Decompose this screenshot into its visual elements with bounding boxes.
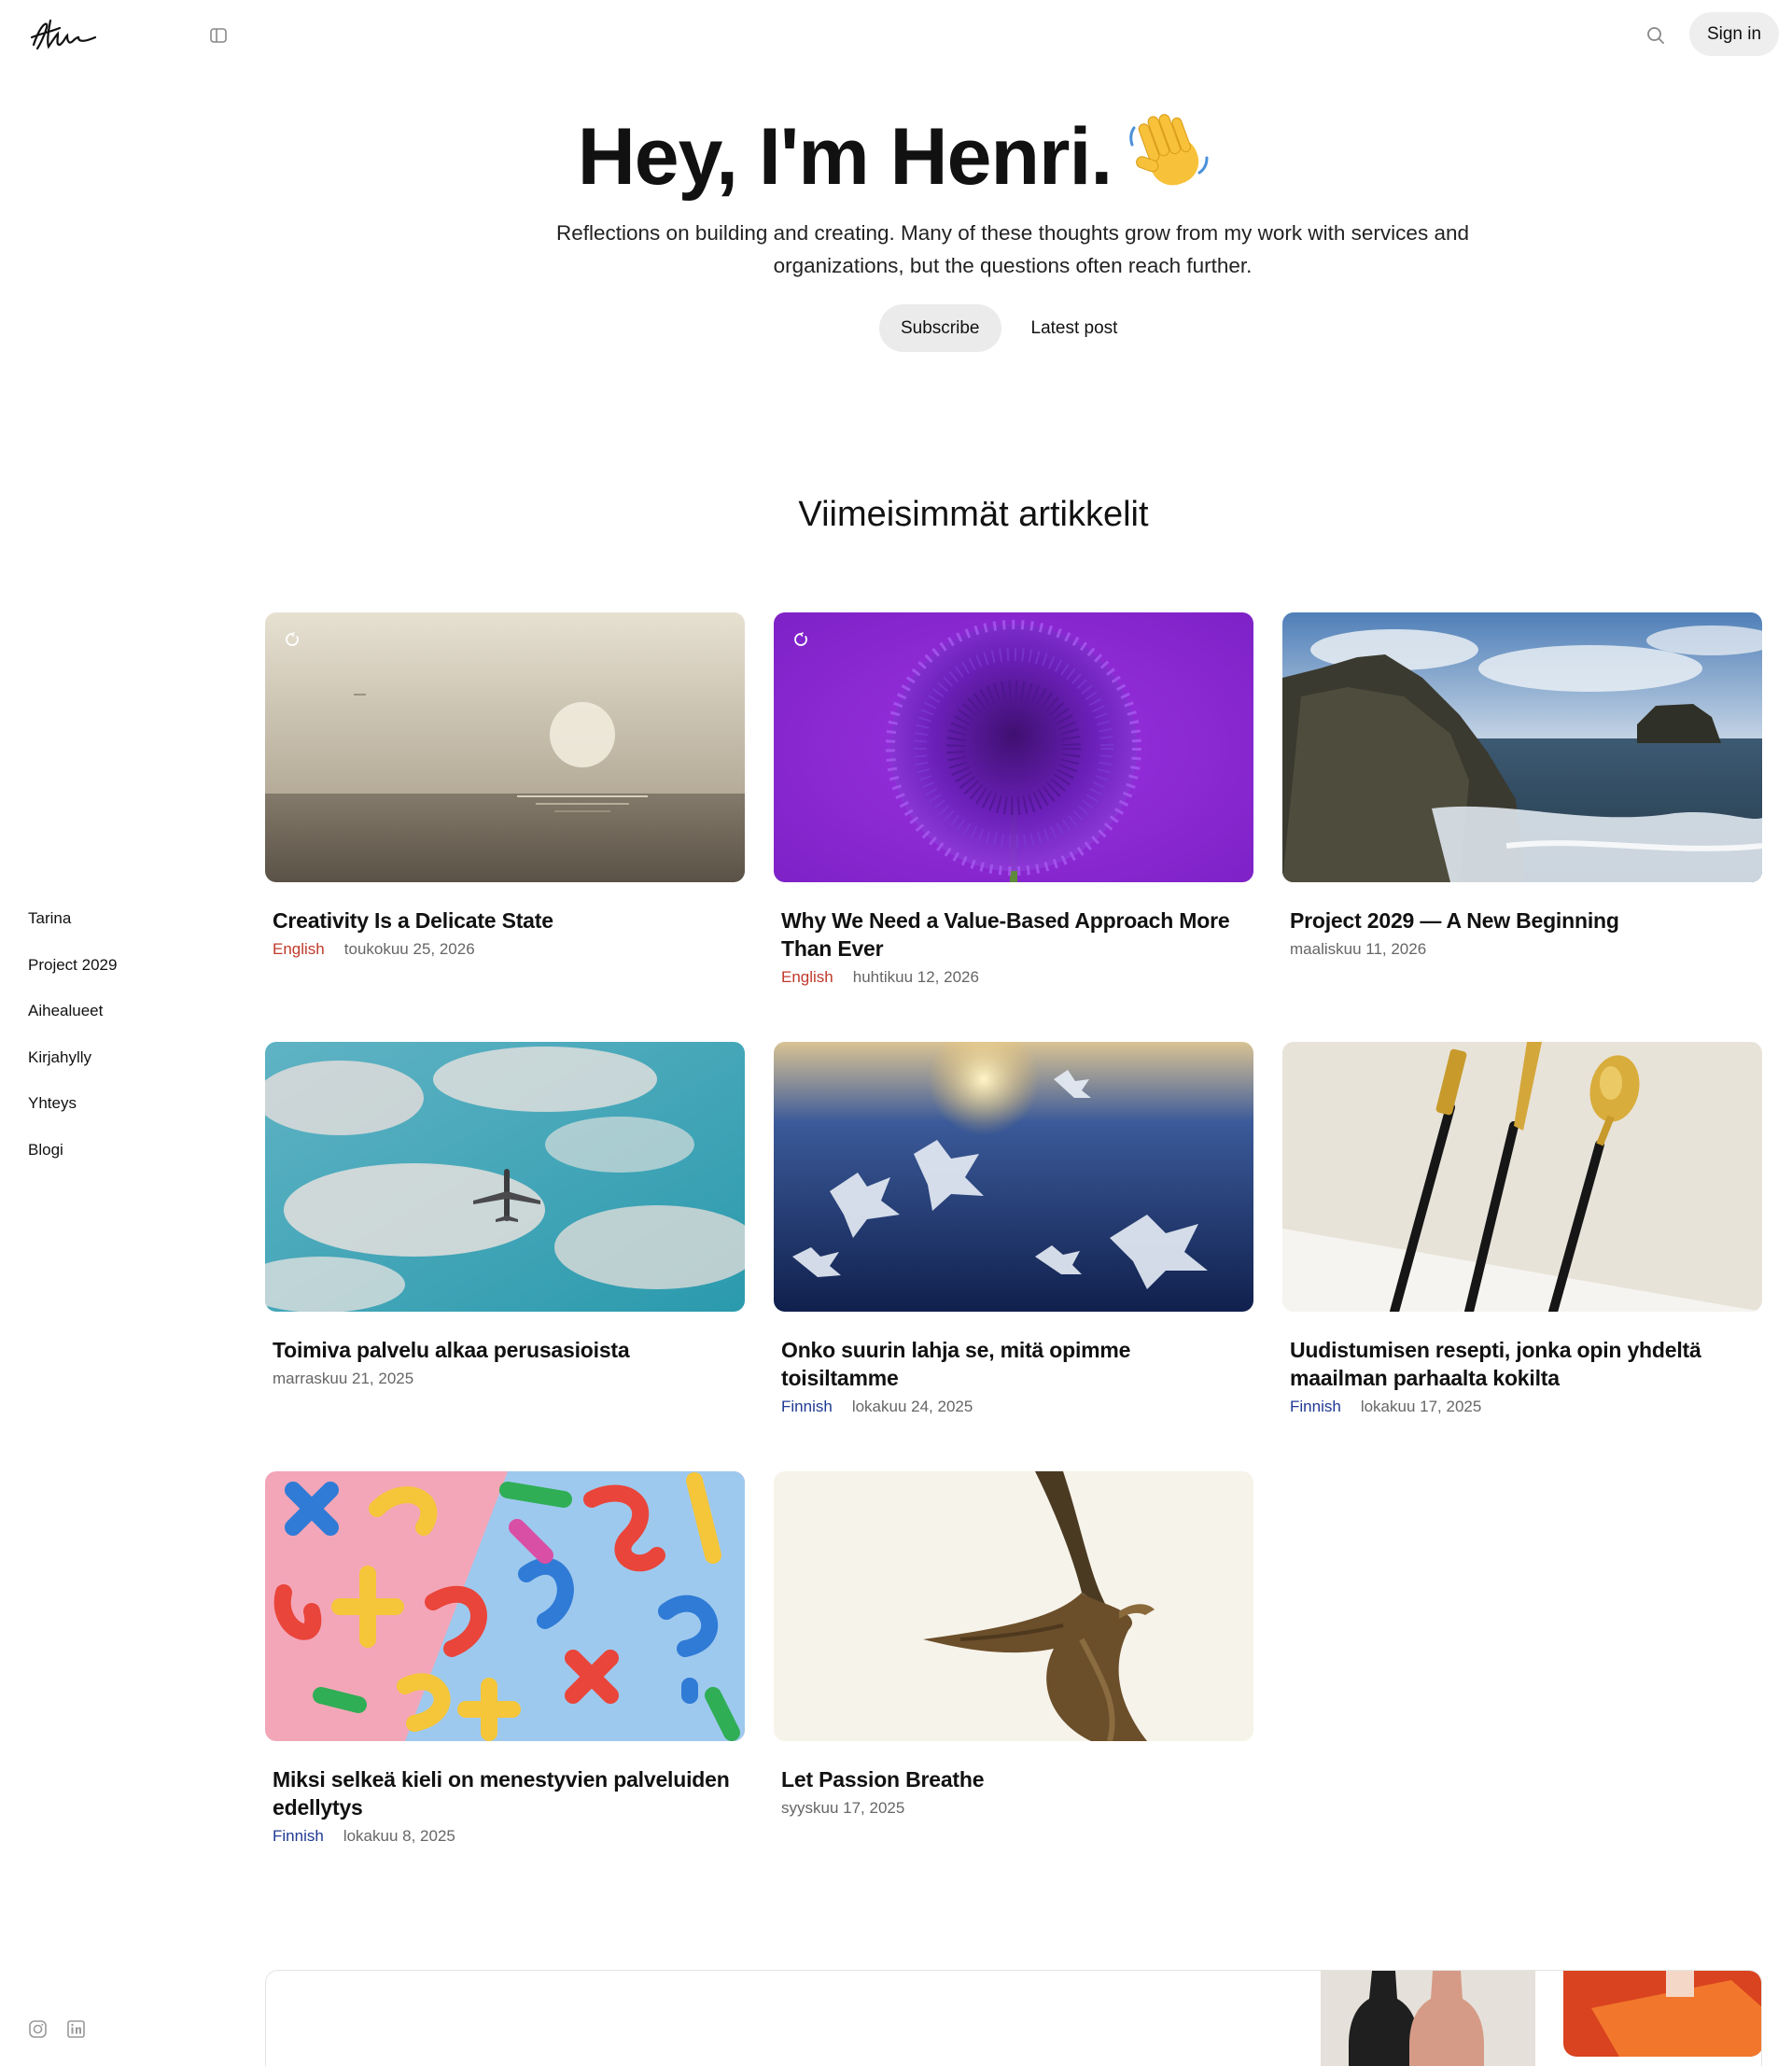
post-title[interactable]: Onko suurin lahja se, mitä opimme toisil…	[781, 1336, 1246, 1392]
post-meta: marraskuu 21, 2025	[273, 1370, 737, 1388]
social-links	[28, 2019, 86, 2039]
language-tag[interactable]: Finnish	[1290, 1398, 1341, 1416]
post-date: lokakuu 8, 2025	[343, 1827, 455, 1845]
language-tag[interactable]: Finnish	[273, 1827, 324, 1846]
post-card[interactable]: Project 2029 — A New Beginning maaliskuu…	[1282, 612, 1762, 1042]
post-card[interactable]: Why We Need a Value-Based Approach More …	[774, 612, 1253, 1042]
post-title[interactable]: Let Passion Breathe	[781, 1765, 1246, 1793]
post-card[interactable]: Onko suurin lahja se, mitä opimme toisil…	[774, 1042, 1253, 1471]
posts-grid: Creativity Is a Delicate State English t…	[265, 612, 1762, 1901]
sidebar-toggle-icon[interactable]	[209, 26, 228, 45]
latest-post-button[interactable]: Latest post	[1007, 304, 1142, 352]
post-card[interactable]: Miksi selkeä kieli on menestyvien palvel…	[265, 1471, 745, 1901]
bottom-feature-card[interactable]	[265, 1970, 1762, 2066]
nav-item-blogi[interactable]: Blogi	[28, 1137, 117, 1184]
section-title: Viimeisimmät artikkelit	[798, 495, 1149, 534]
nav-item-kirjahylly[interactable]: Kirjahylly	[28, 1045, 117, 1091]
post-title[interactable]: Why We Need a Value-Based Approach More …	[781, 907, 1246, 963]
hero-subtitle: Reflections on building and creating. Ma…	[556, 221, 1469, 277]
hero-actions: Subscribe Latest post	[879, 304, 1141, 352]
post-image-colorful-letters	[265, 1471, 745, 1741]
post-meta: Finnish lokakuu 17, 2025	[1290, 1398, 1755, 1416]
post-date: toukokuu 25, 2026	[343, 940, 475, 958]
post-card[interactable]: Toimiva palvelu alkaa perusasioista marr…	[265, 1042, 745, 1471]
post-image-purple-allium	[774, 612, 1253, 882]
instagram-icon[interactable]	[28, 2019, 48, 2039]
post-date: huhtikuu 12, 2026	[852, 968, 979, 986]
subscribe-button[interactable]: Subscribe	[879, 304, 1001, 352]
post-card[interactable]: Uudistumisen resepti, jonka opin yhdeltä…	[1282, 1042, 1762, 1471]
language-tag[interactable]: English	[781, 968, 833, 987]
hero-title: Hey, I'm Henri.	[0, 107, 1792, 204]
post-image-gold-cutlery	[1282, 1042, 1762, 1312]
post-card[interactable]: Creativity Is a Delicate State English t…	[265, 612, 745, 1042]
post-title[interactable]: Uudistumisen resepti, jonka opin yhdeltä…	[1290, 1336, 1755, 1392]
nav-item-project-2029[interactable]: Project 2029	[28, 952, 117, 999]
site-logo[interactable]	[28, 17, 99, 54]
post-meta: syyskuu 17, 2025	[781, 1799, 1246, 1818]
post-date: lokakuu 17, 2025	[1360, 1398, 1482, 1415]
sign-in-button[interactable]: Sign in	[1689, 12, 1779, 56]
post-image-frost-crystals	[774, 1042, 1253, 1312]
post-image-airplane-sky	[265, 1042, 745, 1312]
post-meta: maaliskuu 11, 2026	[1290, 940, 1755, 959]
post-card[interactable]: Let Passion Breathe syyskuu 17, 2025	[774, 1471, 1253, 1901]
feature-image-bottles	[1321, 1971, 1535, 2066]
language-tag[interactable]: Finnish	[781, 1398, 833, 1416]
post-date: lokakuu 24, 2025	[851, 1398, 973, 1415]
post-title[interactable]: Creativity Is a Delicate State	[273, 907, 737, 935]
nav-item-yhteys[interactable]: Yhteys	[28, 1090, 117, 1137]
search-icon[interactable]	[1645, 24, 1667, 47]
post-date: maaliskuu 11, 2026	[1290, 940, 1427, 958]
nav-item-aihealueet[interactable]: Aihealueet	[28, 998, 117, 1045]
side-navigation: Tarina Project 2029 Aihealueet Kirjahyll…	[28, 906, 117, 1183]
post-image-flying-bird	[774, 1471, 1253, 1741]
loading-spinner-icon	[286, 632, 299, 646]
post-title[interactable]: Project 2029 — A New Beginning	[1290, 907, 1755, 935]
nav-item-tarina[interactable]: Tarina	[28, 906, 117, 952]
loading-spinner-icon	[794, 632, 807, 646]
post-meta: Finnish lokakuu 8, 2025	[273, 1827, 737, 1846]
post-image-sunset-sea	[265, 612, 745, 882]
language-tag[interactable]: English	[273, 940, 325, 959]
post-title[interactable]: Toimiva palvelu alkaa perusasioista	[273, 1336, 737, 1364]
hero-title-text: Hey, I'm Henri.	[577, 112, 1113, 202]
post-title[interactable]: Miksi selkeä kieli on menestyvien palvel…	[273, 1765, 737, 1821]
post-meta: Finnish lokakuu 24, 2025	[781, 1398, 1246, 1416]
linkedin-icon[interactable]	[66, 2019, 86, 2039]
post-date: syyskuu 17, 2025	[781, 1799, 905, 1817]
waving-hand-icon	[1125, 107, 1214, 197]
feature-image-orange	[1563, 1971, 1761, 2057]
post-meta: English huhtikuu 12, 2026	[781, 968, 1246, 987]
post-meta: English toukokuu 25, 2026	[273, 940, 737, 959]
post-image-coastal-cliffs	[1282, 612, 1762, 882]
post-date: marraskuu 21, 2025	[273, 1370, 414, 1387]
